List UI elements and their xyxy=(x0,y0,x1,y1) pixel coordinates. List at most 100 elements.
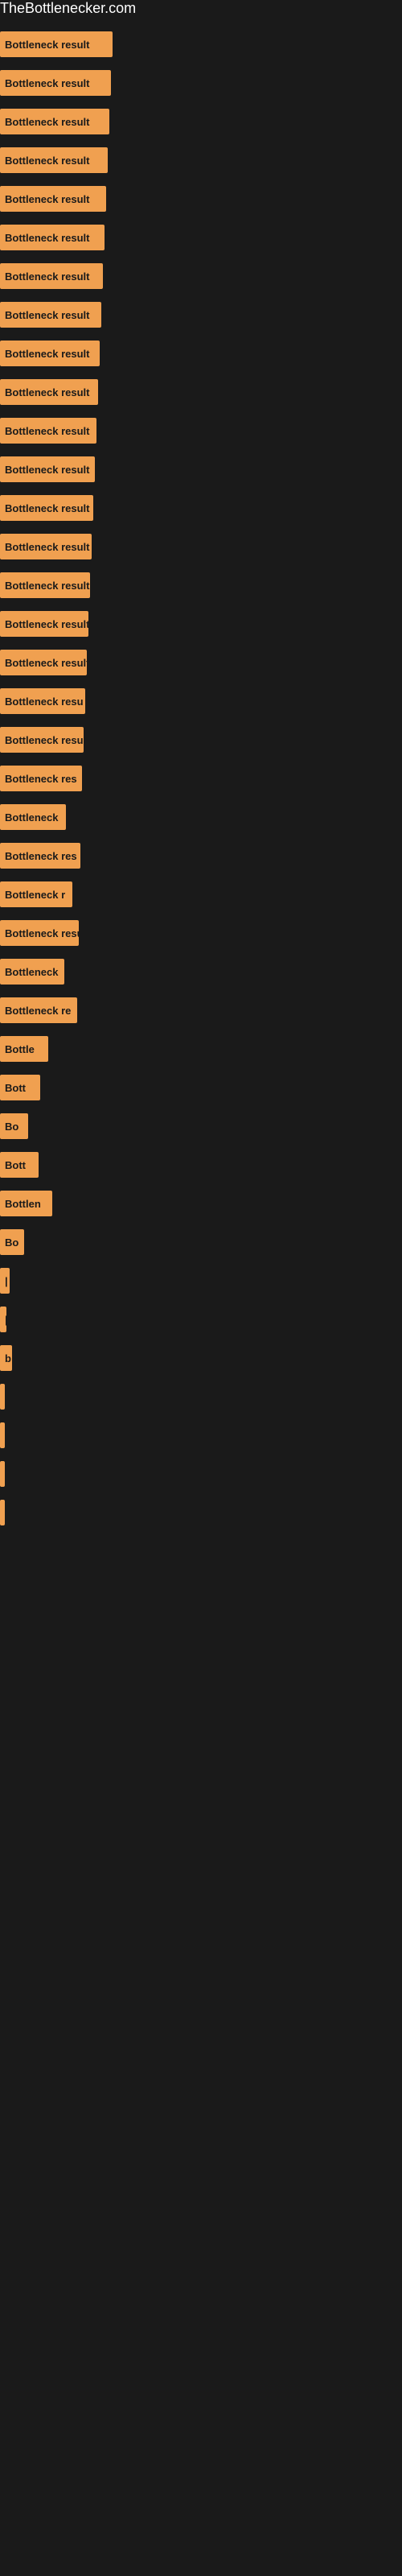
bar-row: b xyxy=(0,1339,402,1377)
bar-label: Bottleneck xyxy=(5,966,58,978)
bar-row: Bottleneck r xyxy=(0,875,402,914)
bar-item: Bottleneck result xyxy=(0,611,88,637)
bar-label: b xyxy=(5,1352,11,1364)
bar-item: Bott xyxy=(0,1152,39,1178)
bar-label: Bottleneck res xyxy=(5,850,77,862)
bar-item: Bottleneck result xyxy=(0,379,98,405)
bar-label: Bo xyxy=(5,1121,18,1133)
bar-label: Bottleneck result xyxy=(5,425,89,437)
bar-item: Bottleneck result xyxy=(0,186,106,212)
bar-row: Bottleneck xyxy=(0,798,402,836)
bar-row: Bottleneck result xyxy=(0,450,402,489)
bar-label: Bottleneck result xyxy=(5,155,89,167)
bar-row: Bottleneck re xyxy=(0,991,402,1030)
bar-row: Bottleneck result xyxy=(0,720,402,759)
bars-container: Bottleneck result Bottleneck result Bottle… xyxy=(0,17,402,1540)
bar-row xyxy=(0,1416,402,1455)
bar-row: Bottleneck result xyxy=(0,180,402,218)
bar-row: Bottleneck result xyxy=(0,102,402,141)
bar-row: Bottleneck result xyxy=(0,527,402,566)
bar-item: Bottleneck result xyxy=(0,418,96,444)
bar-label: Bottleneck result xyxy=(5,116,89,128)
bar-row: Bottle xyxy=(0,1030,402,1068)
bar-label: Bo xyxy=(5,1236,18,1249)
bar-item: Bott xyxy=(0,1075,40,1100)
bar-label: | xyxy=(5,1275,8,1287)
bar-item: Bo xyxy=(0,1229,24,1255)
bar-row: Bottleneck result xyxy=(0,489,402,527)
bar-label: Bottleneck result xyxy=(5,502,89,514)
bar-item xyxy=(0,1422,5,1448)
bar-row: Bottleneck res xyxy=(0,759,402,798)
bar-item: Bottleneck result xyxy=(0,650,87,675)
bar-row: | xyxy=(0,1261,402,1300)
bar-item: Bottleneck xyxy=(0,804,66,830)
bar-label: Bottlen xyxy=(5,1198,41,1210)
bar-label: Bottleneck result xyxy=(5,464,89,476)
bar-label: Bottleneck res xyxy=(5,773,77,785)
bar-label: Bott xyxy=(5,1082,26,1094)
bar-label: Bott xyxy=(5,1159,26,1171)
bar-row: Bottlen xyxy=(0,1184,402,1223)
bar-item: Bottleneck res xyxy=(0,766,82,791)
bar-row: Bottleneck result xyxy=(0,218,402,257)
bar-row xyxy=(0,1377,402,1416)
bar-row: Bott xyxy=(0,1146,402,1184)
bar-item: Bottleneck result xyxy=(0,31,113,57)
bar-label: Bottleneck re xyxy=(5,1005,71,1017)
bar-row: Bott xyxy=(0,1068,402,1107)
bar-label: Bottleneck resu xyxy=(5,927,79,939)
bar-item: Bottleneck r xyxy=(0,881,72,907)
bar-row: Bottleneck result xyxy=(0,566,402,605)
bar-label: Bottleneck xyxy=(5,811,58,824)
bar-label: Bottle xyxy=(5,1043,35,1055)
bar-label: Bottleneck result xyxy=(5,77,89,89)
bar-item: | xyxy=(0,1307,6,1332)
bar-item: Bottleneck result xyxy=(0,147,108,173)
bar-label: Bottleneck result xyxy=(5,580,89,592)
bar-item xyxy=(0,1461,5,1487)
bar-item: Bottleneck result xyxy=(0,109,109,134)
site-title-text: TheBottlenecker.com xyxy=(0,0,136,23)
bar-row: Bottleneck resu xyxy=(0,682,402,720)
bar-row: Bottleneck result xyxy=(0,25,402,64)
bar-label: Bottleneck result xyxy=(5,657,87,669)
bar-row: Bottleneck xyxy=(0,952,402,991)
bar-row: Bottleneck result xyxy=(0,334,402,373)
bar-item: Bottleneck result xyxy=(0,225,105,250)
bar-label: Bottleneck result xyxy=(5,232,89,244)
bar-row: Bottleneck result xyxy=(0,141,402,180)
bar-row: Bottleneck result xyxy=(0,64,402,102)
bar-row xyxy=(0,1493,402,1532)
bar-item: Bottleneck resu xyxy=(0,920,79,946)
bar-item: Bottleneck result xyxy=(0,70,111,96)
bar-item: Bottleneck resu xyxy=(0,688,85,714)
bar-item xyxy=(0,1384,5,1410)
bar-item: Bottleneck result xyxy=(0,727,84,753)
bar-item: Bottle xyxy=(0,1036,48,1062)
bar-item: Bo xyxy=(0,1113,28,1139)
bar-item: Bottleneck result xyxy=(0,534,92,559)
bar-item: Bottleneck re xyxy=(0,997,77,1023)
bar-label: Bottleneck result xyxy=(5,309,89,321)
bar-item: Bottleneck result xyxy=(0,263,103,289)
bar-label: Bottleneck result xyxy=(5,618,88,630)
bar-item: Bottleneck result xyxy=(0,495,93,521)
bar-item: Bottleneck result xyxy=(0,572,90,598)
bar-item: Bottleneck xyxy=(0,959,64,985)
bar-item: Bottleneck res xyxy=(0,843,80,869)
bar-row: Bo xyxy=(0,1223,402,1261)
bar-row: Bottleneck res xyxy=(0,836,402,875)
bar-row xyxy=(0,1455,402,1493)
bar-item: b xyxy=(0,1345,12,1371)
bar-item: Bottleneck result xyxy=(0,456,95,482)
bar-row: Bottleneck resu xyxy=(0,914,402,952)
bar-label: Bottleneck resu xyxy=(5,696,84,708)
bar-item xyxy=(0,1500,5,1525)
bar-item: | xyxy=(0,1268,10,1294)
bar-item: Bottlen xyxy=(0,1191,52,1216)
bar-row: Bottleneck result xyxy=(0,373,402,411)
bar-label: Bottleneck result xyxy=(5,386,89,398)
bar-row: Bottleneck result xyxy=(0,411,402,450)
bar-row: Bottleneck result xyxy=(0,257,402,295)
